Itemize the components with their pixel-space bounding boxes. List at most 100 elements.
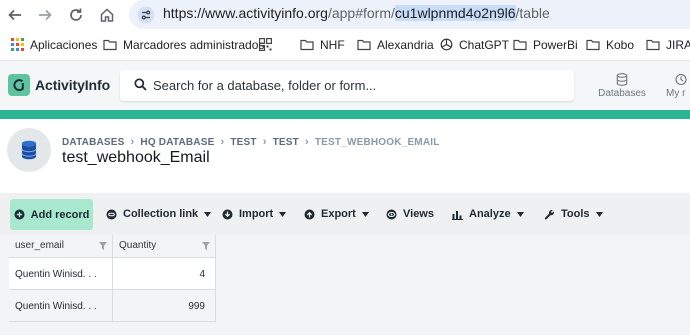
bookmark-label: Marcadores administrados — [123, 37, 265, 52]
collection-link-label: Collection link — [123, 208, 199, 220]
breadcrumb-test-folder[interactable]: TEST — [230, 137, 256, 148]
column-header-label: user_email — [15, 240, 64, 251]
breadcrumb-hq-database[interactable]: HQ DATABASE — [140, 137, 214, 148]
folder-icon — [357, 39, 371, 50]
search-icon — [134, 78, 147, 91]
back-button[interactable] — [3, 3, 27, 27]
analyze-button[interactable]: Analyze — [452, 193, 524, 235]
records-table: user_email Quantity Quentin Winisd. . . … — [0, 235, 690, 335]
arrow-left-icon — [8, 9, 21, 21]
caret-down-icon — [279, 211, 287, 217]
bookmark-label: PowerBi — [533, 37, 578, 52]
reload-button[interactable] — [64, 3, 88, 27]
arrow-right-icon — [39, 9, 52, 21]
bookmark-label: ChatGPT — [459, 37, 510, 52]
home-button[interactable] — [95, 3, 119, 27]
reload-icon — [70, 8, 82, 21]
column-header-label: Quantity — [119, 240, 157, 251]
breadcrumb-test-subfolder[interactable]: TEST — [273, 137, 299, 148]
bookmark-nhf[interactable]: NHF — [300, 36, 345, 53]
folder-icon — [300, 39, 314, 50]
chevron-right-icon: › — [304, 136, 309, 148]
link-icon — [106, 209, 117, 219]
search-placeholder: Search for a database, folder or form... — [153, 78, 377, 93]
bookmark-alexandria[interactable]: Alexandria — [357, 36, 434, 53]
column-header-user-email[interactable]: user_email — [9, 235, 113, 258]
bookmark-aplicaciones[interactable]: Aplicaciones — [11, 36, 97, 53]
bookmark-label: NHF — [320, 37, 345, 52]
bookmarks-bar: Aplicaciones Marcadores administrados NH… — [0, 32, 690, 57]
bookmark-kobo[interactable]: Kobo — [586, 36, 634, 53]
accent-strip — [0, 110, 690, 119]
activityinfo-logo-icon[interactable] — [8, 74, 30, 96]
chevron-right-icon: › — [130, 136, 135, 148]
add-record-button[interactable]: Add record — [10, 199, 93, 230]
site-settings-icon[interactable] — [137, 6, 155, 24]
folder-icon — [586, 39, 600, 50]
caret-down-icon — [204, 211, 212, 217]
caret-down-icon — [595, 211, 603, 217]
cell-quantity[interactable]: 999 — [113, 290, 216, 322]
form-database-icon — [7, 128, 51, 172]
breadcrumb-databases[interactable]: DATABASES — [62, 137, 125, 148]
global-search-input[interactable]: Search for a database, folder or form... — [120, 70, 574, 101]
breadcrumb: DATABASES › HQ DATABASE › TEST › TEST › … — [62, 136, 440, 148]
export-button[interactable]: Export — [304, 193, 369, 235]
url-text: https://www.activityinfo.org/app#form/cu… — [163, 5, 550, 21]
add-record-label: Add record — [30, 208, 90, 221]
home-icon — [100, 8, 114, 22]
bookmark-label: Alexandria — [377, 37, 434, 52]
qr-icon — [259, 38, 272, 51]
views-button[interactable]: Views — [386, 193, 434, 235]
databases-label: Databases — [598, 88, 646, 99]
page-title: test_webhook_Email — [62, 149, 210, 166]
export-icon — [304, 209, 315, 219]
export-label: Export — [321, 208, 356, 220]
table-toolbar: Collection link Import Export Views Anal… — [0, 193, 690, 235]
bookmark-jira[interactable]: JIRA — [646, 36, 690, 53]
filter-icon[interactable] — [99, 242, 107, 250]
folder-icon — [646, 39, 660, 50]
cell-user-email[interactable]: Quentin Winisd. . . — [9, 258, 113, 290]
clock-icon — [675, 73, 687, 86]
plus-circle-icon — [14, 209, 25, 220]
views-label: Views — [403, 208, 434, 220]
folder-icon — [103, 39, 117, 50]
browser-toolbar: https://www.activityinfo.org/app#form/cu… — [0, 0, 690, 31]
tools-button[interactable]: Tools — [544, 193, 603, 235]
forward-button[interactable] — [33, 3, 57, 27]
import-icon — [222, 209, 233, 219]
cell-quantity[interactable]: 4 — [113, 258, 216, 290]
bar-chart-icon — [452, 210, 463, 220]
bookmark-label: Aplicaciones — [30, 37, 98, 52]
chevron-right-icon: › — [220, 136, 225, 148]
bookmark-powerbi[interactable]: PowerBi — [513, 36, 578, 53]
bookmark-qr[interactable] — [259, 36, 278, 53]
caret-down-icon — [361, 211, 369, 217]
openai-icon — [440, 38, 453, 51]
filter-icon[interactable] — [202, 242, 210, 250]
import-label: Import — [239, 208, 274, 220]
my-nav-button[interactable]: My r — [666, 73, 690, 99]
caret-down-icon — [516, 211, 524, 217]
bookmark-chatgpt[interactable]: ChatGPT — [440, 36, 509, 53]
bookmark-marcadores[interactable]: Marcadores administrados — [103, 36, 264, 53]
chevron-right-icon: › — [262, 136, 267, 148]
wrench-icon — [544, 209, 555, 219]
address-bar[interactable]: https://www.activityinfo.org/app#form/cu… — [129, 0, 690, 29]
apps-grid-icon — [11, 38, 24, 51]
column-header-quantity[interactable]: Quantity — [113, 235, 216, 258]
app-name[interactable]: ActivityInfo — [35, 77, 110, 93]
import-button[interactable]: Import — [222, 193, 287, 235]
database-icon — [616, 73, 628, 86]
my-label: My r — [666, 88, 686, 99]
collection-link-button[interactable]: Collection link — [106, 193, 212, 235]
eye-icon — [386, 209, 397, 219]
cell-user-email[interactable]: Quentin Winisd. . . — [9, 290, 113, 322]
databases-nav-button[interactable]: Databases — [598, 73, 646, 99]
analyze-label: Analyze — [469, 208, 511, 220]
breadcrumb-current-form: TEST_WEBHOOK_EMAIL — [314, 136, 440, 148]
app-header: ActivityInfo Search for a database, fold… — [0, 60, 690, 110]
bookmark-label: Kobo — [606, 37, 635, 52]
bookmark-label: JIRA — [666, 37, 690, 52]
